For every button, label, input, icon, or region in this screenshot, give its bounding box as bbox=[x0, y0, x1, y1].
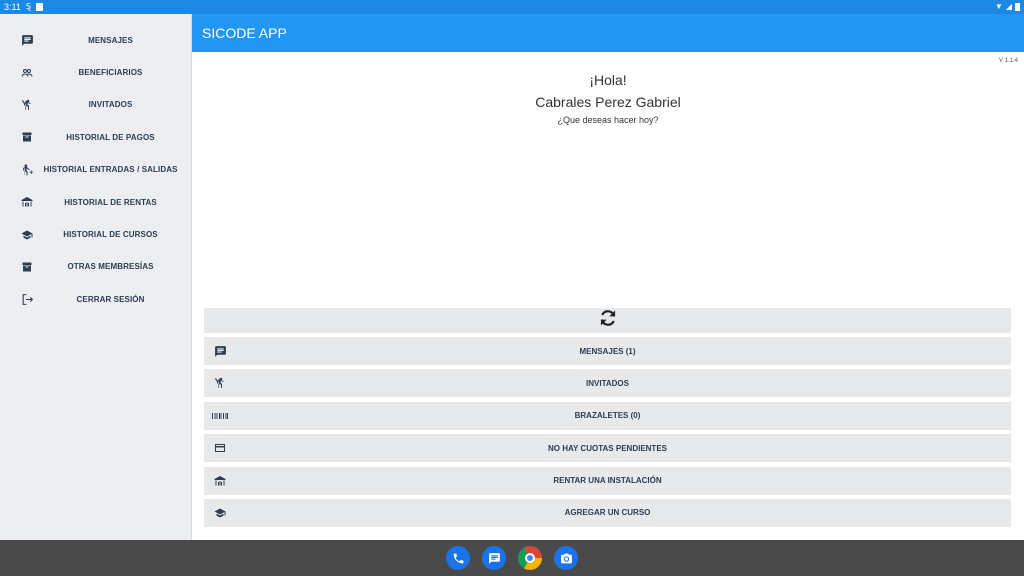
status-bar: 3:11 Ȿ ▼ ◢ bbox=[0, 0, 1024, 14]
sidebar-item-label: HISTORIAL DE RENTAS bbox=[64, 197, 157, 207]
sim-card-icon bbox=[35, 3, 43, 11]
people-icon bbox=[18, 64, 36, 82]
facility-icon bbox=[212, 473, 228, 489]
fees-button[interactable]: NO HAY CUOTAS PENDIENTES bbox=[204, 434, 1011, 463]
greeting-question: ¿Que deseas hacer hoy? bbox=[557, 115, 659, 125]
sidebar-item-historial-cursos[interactable]: HISTORIAL DE CURSOS bbox=[0, 218, 191, 250]
wifi-icon: ▼ bbox=[994, 2, 1003, 11]
sidebar-item-label: BENEFICIARIOS bbox=[78, 68, 143, 78]
sidebar-item-label: INVITADOS bbox=[88, 100, 133, 110]
sidebar-item-mensajes[interactable]: MENSAJES bbox=[0, 24, 191, 56]
action-label: INVITADOS bbox=[586, 378, 629, 388]
graduation-cap-icon bbox=[18, 226, 36, 244]
refresh-button[interactable] bbox=[204, 308, 1011, 333]
sidebar-item-otras-membresias[interactable]: OTRAS MEMBRESÍAS bbox=[0, 251, 191, 283]
sidebar-item-label: OTRAS MEMBRESÍAS bbox=[67, 262, 154, 272]
archive-icon bbox=[18, 258, 36, 276]
guests-button[interactable]: INVITADOS bbox=[204, 369, 1011, 398]
sidebar-item-invitados[interactable]: INVITADOS bbox=[0, 89, 191, 121]
refresh-icon bbox=[598, 308, 618, 333]
action-label: BRAZALETES (0) bbox=[574, 411, 641, 421]
greeting-hello: ¡Hola! bbox=[589, 72, 627, 88]
rent-facility-button[interactable]: RENTAR UNA INSTALACIÓN bbox=[204, 466, 1011, 495]
sidebar-item-historial-entradas[interactable]: HISTORIAL ENTRADAS / SALIDAS bbox=[0, 154, 191, 186]
system-navigation-bar bbox=[0, 540, 1024, 576]
walk-icon bbox=[18, 161, 36, 179]
wristbands-button[interactable]: BRAZALETES (0) bbox=[204, 401, 1011, 430]
sidebar-item-cerrar-sesion[interactable]: CERRAR SESIÓN bbox=[0, 283, 191, 315]
notification-icon: Ȿ bbox=[25, 2, 31, 11]
sidebar-item-label: HISTORIAL ENTRADAS / SALIDAS bbox=[43, 165, 178, 175]
app-bar: SICODE APP bbox=[192, 14, 1024, 52]
battery-icon bbox=[1015, 3, 1020, 11]
action-label: RENTAR UNA INSTALACIÓN bbox=[553, 476, 662, 486]
main-content: SICODE APP V 1.1.4 ¡Hola! Cabrales Perez… bbox=[192, 14, 1024, 540]
sidebar-item-historial-rentas[interactable]: HISTORIAL DE RENTAS bbox=[0, 186, 191, 218]
messages-icon[interactable] bbox=[482, 546, 506, 570]
sidebar-item-beneficiarios[interactable]: BENEFICIARIOS bbox=[0, 56, 191, 88]
messages-button[interactable]: MENSAJES (1) bbox=[204, 337, 1011, 365]
sidebar-item-historial-pagos[interactable]: HISTORIAL DE PAGOS bbox=[0, 121, 191, 153]
archive-icon bbox=[18, 128, 36, 146]
message-icon bbox=[18, 31, 36, 49]
user-name: Cabrales Perez Gabriel bbox=[535, 94, 681, 110]
logout-icon bbox=[18, 290, 36, 308]
barcode-icon bbox=[212, 408, 228, 424]
version-label: V 1.1.4 bbox=[998, 58, 1018, 64]
greeting: ¡Hola! Cabrales Perez Gabriel ¿Que desea… bbox=[192, 72, 1024, 125]
add-course-button[interactable]: AGREGAR UN CURSO bbox=[204, 498, 1011, 527]
sidebar-item-label: HISTORIAL DE CURSOS bbox=[63, 230, 158, 240]
signal-icon: ◢ bbox=[1005, 2, 1012, 11]
action-label: NO HAY CUOTAS PENDIENTES bbox=[548, 443, 667, 453]
status-time: 3:11 bbox=[4, 2, 21, 12]
credit-card-icon bbox=[212, 440, 228, 456]
guest-icon bbox=[18, 96, 36, 114]
navigation-drawer: MENSAJES BENEFICIARIOS INVITADOS HISTORI… bbox=[0, 14, 192, 540]
action-label: MENSAJES (1) bbox=[579, 346, 636, 356]
camera-icon[interactable] bbox=[554, 546, 578, 570]
phone-icon[interactable] bbox=[446, 546, 470, 570]
graduation-cap-icon bbox=[212, 505, 228, 521]
chrome-icon[interactable] bbox=[518, 546, 542, 570]
app-title: SICODE APP bbox=[202, 25, 287, 41]
action-list: MENSAJES (1) INVITADOS BRAZALETES (0) NO… bbox=[204, 337, 1011, 531]
sidebar-item-label: MENSAJES bbox=[88, 35, 133, 45]
sidebar-item-label: CERRAR SESIÓN bbox=[76, 294, 145, 304]
action-label: AGREGAR UN CURSO bbox=[564, 508, 651, 518]
guest-icon bbox=[212, 375, 228, 391]
sidebar-item-label: HISTORIAL DE PAGOS bbox=[66, 132, 155, 142]
facility-icon bbox=[18, 193, 36, 211]
message-icon bbox=[212, 343, 228, 359]
